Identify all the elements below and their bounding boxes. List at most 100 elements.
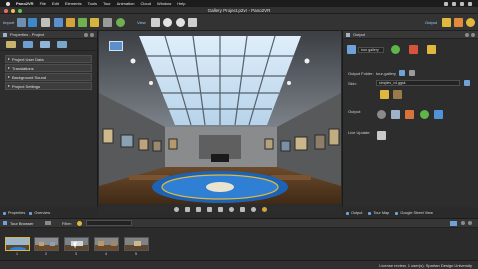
menu-edit[interactable]: Edit <box>52 1 59 6</box>
compass-icon[interactable] <box>173 206 179 212</box>
control-center-icon[interactable] <box>468 1 472 6</box>
thumbnail-view-icon[interactable] <box>450 221 457 226</box>
hotspots-icon[interactable] <box>66 18 75 27</box>
tab-label: Overview <box>34 211 51 215</box>
tab-google-street-view[interactable]: Google Street View <box>395 211 433 215</box>
tour-thumbnail[interactable] <box>34 237 59 251</box>
tour-thumbnail[interactable] <box>94 237 119 251</box>
folder-icon[interactable] <box>399 70 405 76</box>
output-cloud-icon[interactable] <box>420 110 429 119</box>
open-folder-icon[interactable] <box>409 70 415 76</box>
window-titlebar: Gallery Project.p2vr - Pano2VR <box>0 7 478 14</box>
output-build-icon[interactable] <box>442 18 451 27</box>
expand-triangle-icon <box>8 58 10 60</box>
expand-triangle-icon <box>8 85 10 87</box>
filter-input[interactable] <box>86 220 132 226</box>
display-icon[interactable] <box>57 41 67 48</box>
section-project-settings[interactable]: Project Settings <box>5 82 92 90</box>
polygon-tool-icon[interactable] <box>239 206 245 212</box>
panel-settings-icon[interactable] <box>84 32 88 37</box>
panorama-viewer[interactable] <box>99 31 341 206</box>
sort-icon[interactable] <box>45 221 51 225</box>
tab-output[interactable]: Output <box>346 211 362 215</box>
skin-select[interactable]: simplex_v4.ggsk <box>376 80 460 86</box>
output-label[interactable]: Output <box>425 20 437 25</box>
delete-output-icon[interactable] <box>409 45 418 54</box>
skin-editor-open-icon[interactable] <box>380 90 389 99</box>
tour-icon[interactable] <box>23 41 33 48</box>
grid-view-icon[interactable] <box>41 18 50 27</box>
hotspot-tool-icon[interactable] <box>228 206 234 212</box>
tour-browser-header: Tour Browser Filter: <box>0 219 478 228</box>
apple-icon[interactable] <box>6 1 10 6</box>
live-update-icon[interactable] <box>377 131 386 140</box>
view-mode-2-icon[interactable] <box>163 18 172 27</box>
menu-elements[interactable]: Elements <box>65 1 82 6</box>
tab-label: Properties <box>8 211 26 215</box>
grid-icon[interactable] <box>217 206 223 212</box>
panel-close-icon[interactable] <box>468 221 472 225</box>
target-icon[interactable] <box>250 206 256 212</box>
color-icon[interactable] <box>261 206 267 212</box>
menu-tools[interactable]: Tools <box>88 1 97 6</box>
panel-settings-icon[interactable] <box>461 221 465 225</box>
output-format-select[interactable]: tour gallery <box>358 47 384 53</box>
tour-map-icon[interactable] <box>90 18 99 27</box>
generate-output-icon[interactable] <box>427 45 436 54</box>
section-label: Project Settings <box>12 83 41 89</box>
section-translations[interactable]: Translations <box>5 64 92 72</box>
panel-settings-icon[interactable] <box>465 32 469 37</box>
output-settings-icon[interactable] <box>377 110 386 119</box>
skin-browse-icon[interactable] <box>464 80 470 86</box>
import-image-icon[interactable] <box>28 18 37 27</box>
patches-icon[interactable] <box>78 18 87 27</box>
node-icon[interactable] <box>40 41 50 48</box>
battery-icon[interactable] <box>452 1 456 6</box>
tab-tour-map[interactable]: Tour Map <box>368 211 389 215</box>
license-status: License review, 1 user(s): Spartan Desig… <box>379 263 472 268</box>
view-label[interactable]: View <box>137 20 146 25</box>
menu-app-name[interactable]: Pano2VR <box>16 1 34 6</box>
import-panorama-icon[interactable] <box>17 18 26 27</box>
menu-help[interactable]: Help <box>177 1 185 6</box>
output-folder-value[interactable]: tour-gallery <box>376 71 396 76</box>
output-open-icon[interactable] <box>466 18 475 27</box>
output-cloud-icon[interactable] <box>454 18 463 27</box>
output-icon <box>346 32 350 37</box>
animation-icon[interactable] <box>116 18 125 27</box>
tab-overview[interactable]: Overview <box>29 211 50 215</box>
menu-animation[interactable]: Animation <box>117 1 135 6</box>
skin-settings-icon[interactable] <box>393 90 402 99</box>
search-icon[interactable] <box>460 1 464 6</box>
view-mode-3-icon[interactable] <box>176 18 185 27</box>
view-mode-4-icon[interactable] <box>188 18 197 27</box>
output-html5-icon[interactable] <box>405 110 414 119</box>
menu-tour[interactable]: Tour <box>103 1 111 6</box>
thumbnail-number: 1 <box>16 252 18 256</box>
projection-toggle-icon[interactable] <box>109 41 123 51</box>
section-background-sound[interactable]: Background Sound <box>5 73 92 81</box>
tour-thumbnail[interactable] <box>124 237 149 251</box>
menu-window[interactable]: Window <box>157 1 171 6</box>
import-label[interactable]: Import <box>3 20 14 25</box>
output-vr-icon[interactable] <box>434 110 443 119</box>
thumbnail-number: 4 <box>105 252 107 256</box>
menu-file[interactable]: File <box>40 1 46 6</box>
view-mode-1-icon[interactable] <box>151 18 160 27</box>
viewing-params-icon[interactable] <box>195 206 201 212</box>
tab-properties[interactable]: Properties <box>3 211 25 215</box>
filter-icon[interactable] <box>77 221 82 226</box>
tour-thumbnail[interactable] <box>5 237 30 251</box>
section-project-user-data[interactable]: Project User Data <box>5 55 92 63</box>
menu-cloud[interactable]: Cloud <box>141 1 151 6</box>
project-icon[interactable] <box>6 41 16 48</box>
viewing-parameters-icon[interactable] <box>54 18 63 27</box>
wifi-icon[interactable] <box>444 1 448 6</box>
output-display-icon[interactable] <box>391 110 400 119</box>
skin-editor-icon[interactable] <box>103 18 112 27</box>
pan-icon[interactable] <box>206 206 212 212</box>
panel-close-icon[interactable] <box>90 32 94 37</box>
add-output-icon[interactable] <box>391 45 400 54</box>
panel-close-icon[interactable] <box>471 32 475 37</box>
horizon-icon[interactable] <box>184 206 190 212</box>
